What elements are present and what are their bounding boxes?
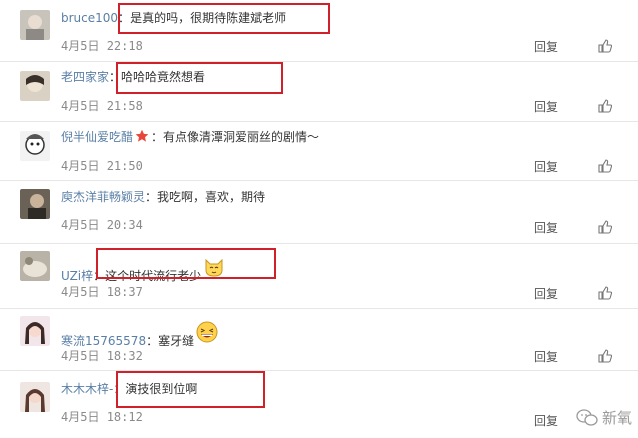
comment-text: 我吃啊，喜欢，期待 [157,190,266,204]
reply-button[interactable]: 回复 [534,38,558,55]
watermark: 新氧 [576,407,632,428]
comment-timestamp: 4月5日 18:37 [61,285,143,299]
username-link[interactable]: 寒流15765578 [61,334,146,348]
highlight-box [116,62,283,94]
reply-button[interactable]: 回复 [534,219,558,236]
highlight-box [96,248,276,279]
avatar[interactable] [20,189,50,219]
username-link[interactable]: 倪半仙爱吃醋 [61,130,133,144]
comment-row: 木木木梓-：演技很到位啊 4月5日 18:12 回复 [0,370,638,438]
wechat-logo-icon [576,408,598,426]
username-link[interactable]: 庾杰洋菲畅颖灵 [61,190,145,204]
watermark-text: 新氧 [601,409,632,427]
comment-timestamp: 4月5日 18:12 [61,410,143,424]
laughing-face-emoji-icon [196,321,218,343]
comment-timestamp: 4月5日 22:18 [61,39,143,53]
highlight-box [118,3,330,34]
like-thumb-icon[interactable] [598,98,613,113]
avatar[interactable] [20,71,50,101]
like-thumb-icon[interactable] [598,158,613,173]
avatar[interactable] [20,316,50,346]
username-link[interactable]: 老四家家 [61,70,109,84]
comment-list: bruce100：是真的吗，很期待陈建斌老师 4月5日 22:18 回复 老四家… [0,0,638,438]
comment-timestamp: 4月5日 20:34 [61,218,143,232]
comment-timestamp: 4月5日 21:58 [61,99,143,113]
reply-button[interactable]: 回复 [534,412,558,429]
avatar[interactable] [20,382,50,412]
like-thumb-icon[interactable] [598,348,613,363]
like-thumb-icon[interactable] [598,38,613,53]
comment-row: bruce100：是真的吗，很期待陈建斌老师 4月5日 22:18 回复 [0,0,638,62]
avatar[interactable] [20,10,50,40]
comment-row: 寒流15765578：塞牙缝 4月5日 18:32 回复 [0,308,638,371]
avatar[interactable] [20,251,50,281]
reply-button[interactable]: 回复 [534,348,558,365]
comment-timestamp: 4月5日 21:50 [61,159,143,173]
reply-button[interactable]: 回复 [534,285,558,302]
comment-text: 塞牙缝 [158,334,195,348]
reply-button[interactable]: 回复 [534,158,558,175]
comment-text: 有点像清潭洞爱丽丝的剧情～ [163,130,320,144]
username-link[interactable]: UZi梓 [61,269,93,283]
star-badge-icon [135,129,149,142]
reply-button[interactable]: 回复 [534,98,558,115]
avatar[interactable] [20,131,50,161]
highlight-box [116,371,265,408]
comment-row: 倪半仙爱吃醋 ：有点像清潭洞爱丽丝的剧情～ 4月5日 21:50 回复 [0,121,638,181]
username-link[interactable]: bruce100 [61,11,118,25]
comment-row: 老四家家：哈哈哈竟然想看 4月5日 21:58 回复 [0,61,638,122]
comment-row: 庾杰洋菲畅颖灵：我吃啊，喜欢，期待 4月5日 20:34 回复 [0,180,638,244]
comment-row: UZi梓：这个时代流行老少 4月5日 18:37 回复 [0,243,638,309]
like-thumb-icon[interactable] [598,219,613,234]
like-thumb-icon[interactable] [598,285,613,300]
username-link[interactable]: 木木木梓- [61,382,113,396]
comment-timestamp: 4月5日 18:32 [61,349,143,363]
